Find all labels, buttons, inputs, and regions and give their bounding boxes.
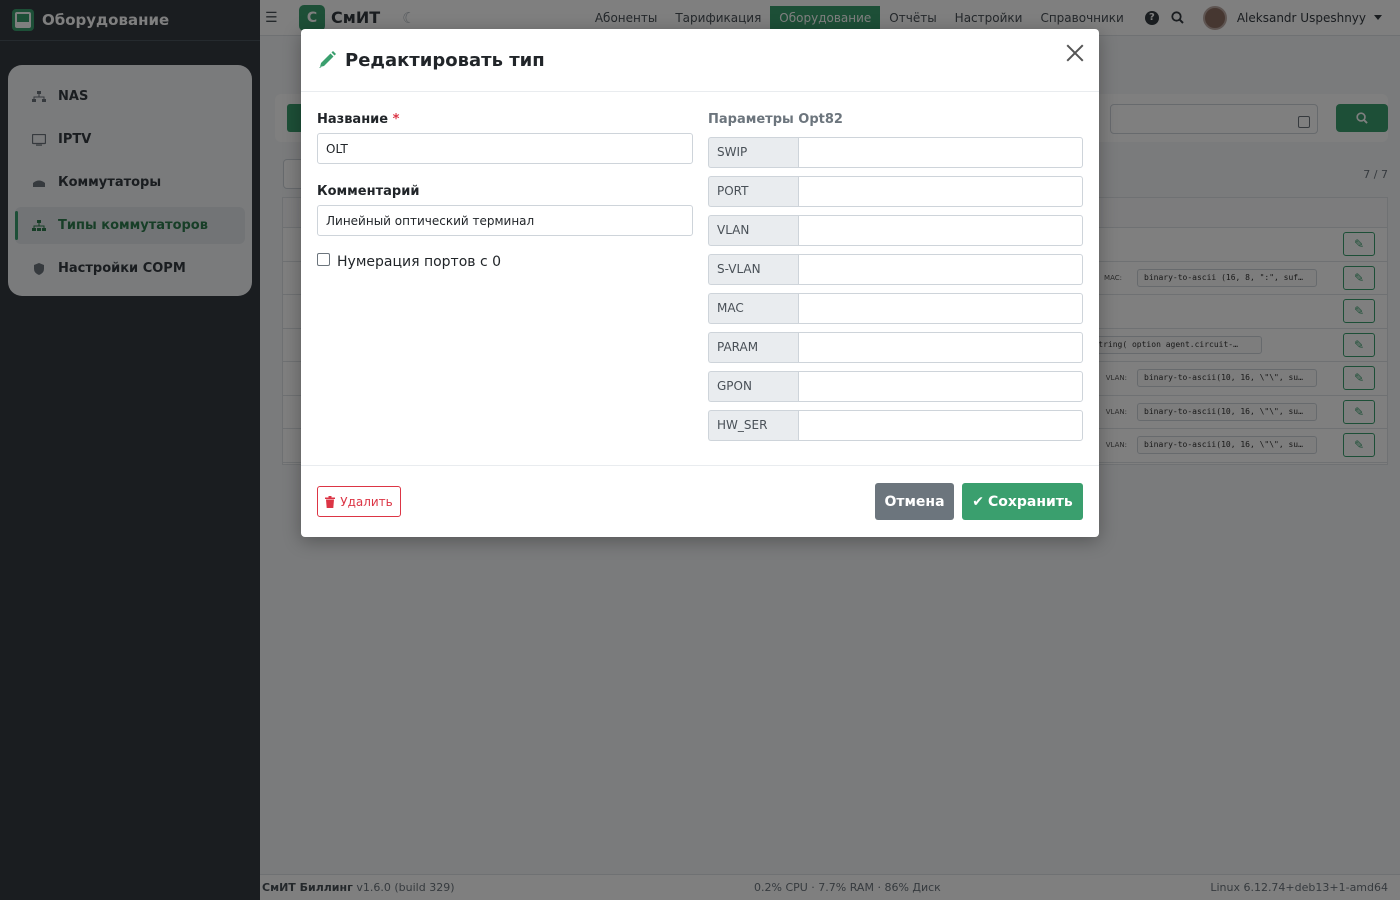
opt82-row-vlan: VLAN [708, 215, 1083, 246]
opt82-row-hwser: HW_SER [708, 410, 1083, 441]
opt82-row-swip: SWIP [708, 137, 1083, 168]
opt82-hwser-input[interactable] [798, 410, 1083, 441]
modal-body: Название * Комментарий Нумерация портов … [301, 92, 1099, 466]
name-input[interactable] [317, 133, 693, 164]
opt82-key: GPON [708, 371, 798, 402]
opt82-vlan-input[interactable] [798, 215, 1083, 246]
delete-label: Удалить [340, 494, 393, 509]
check-icon: ✔ [972, 493, 984, 510]
cancel-button[interactable]: Отмена [875, 483, 954, 520]
modal-footer: Удалить Отмена ✔ Сохранить [301, 466, 1099, 536]
opt82-key: PORT [708, 176, 798, 207]
opt82-row-param: PARAM [708, 332, 1083, 363]
opt82-port-input[interactable] [798, 176, 1083, 207]
opt82-key: S-VLAN [708, 254, 798, 285]
delete-button[interactable]: Удалить [317, 486, 401, 517]
zero-ports-row[interactable]: Нумерация портов с 0 [317, 248, 693, 270]
edit-type-modal: Редактировать тип Название * Комментарий… [301, 29, 1099, 537]
zero-ports-checkbox[interactable] [317, 252, 330, 266]
opt82-row-mac: MAC [708, 293, 1083, 324]
opt82-param-input[interactable] [798, 332, 1083, 363]
modal-title: Редактировать тип [345, 49, 545, 71]
pencil-icon [317, 50, 337, 70]
opt82-key: SWIP [708, 137, 798, 168]
opt82-swip-input[interactable] [798, 137, 1083, 168]
required-mark: * [392, 112, 400, 127]
opt82-gpon-input[interactable] [798, 371, 1083, 402]
close-icon[interactable] [1065, 43, 1085, 63]
opt82-row-svlan: S-VLAN [708, 254, 1083, 285]
opt82-title: Параметры Opt82 [708, 112, 843, 127]
modal-header: Редактировать тип [301, 29, 1099, 92]
opt82-svlan-input[interactable] [798, 254, 1083, 285]
opt82-row-port: PORT [708, 176, 1083, 207]
save-label: Сохранить [987, 493, 1073, 510]
opt82-fields: Параметры Opt82 SWIP PORT VLAN S-VLAN MA… [708, 112, 1083, 449]
name-label: Название * [317, 112, 400, 127]
opt82-key: MAC [708, 293, 798, 324]
opt82-mac-input[interactable] [798, 293, 1083, 324]
comment-label: Комментарий [317, 184, 420, 199]
opt82-key: VLAN [708, 215, 798, 246]
opt82-key: PARAM [708, 332, 798, 363]
opt82-row-gpon: GPON [708, 371, 1083, 402]
comment-input[interactable] [317, 205, 693, 236]
save-button[interactable]: ✔ Сохранить [962, 483, 1083, 520]
trash-icon [325, 495, 336, 508]
type-fields: Название * Комментарий Нумерация портов … [317, 112, 693, 270]
zero-ports-label[interactable]: Нумерация портов с 0 [337, 254, 501, 270]
opt82-key: HW_SER [708, 410, 798, 441]
